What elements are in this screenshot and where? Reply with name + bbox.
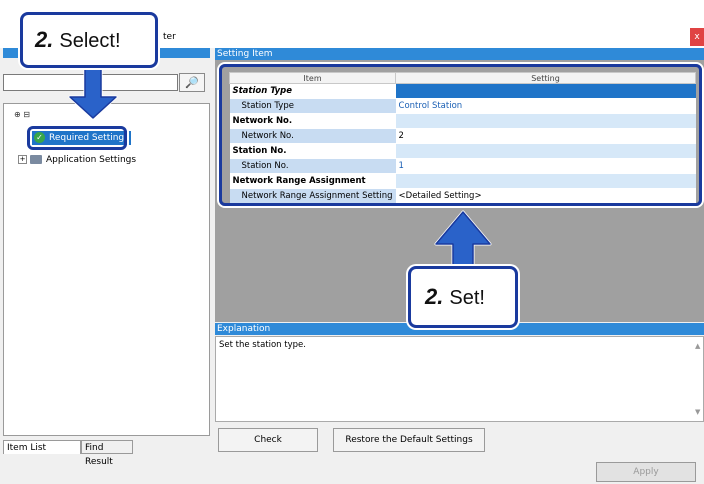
select-callout: 2. Select! <box>20 12 158 68</box>
callout-number: 2. <box>35 27 54 52</box>
set-callout: 2. Set! <box>408 266 518 328</box>
callout-number: 2. <box>425 284 444 309</box>
callout-word: Select! <box>59 30 121 52</box>
callout-arrows <box>68 66 492 268</box>
callout-word: Set! <box>449 287 485 309</box>
